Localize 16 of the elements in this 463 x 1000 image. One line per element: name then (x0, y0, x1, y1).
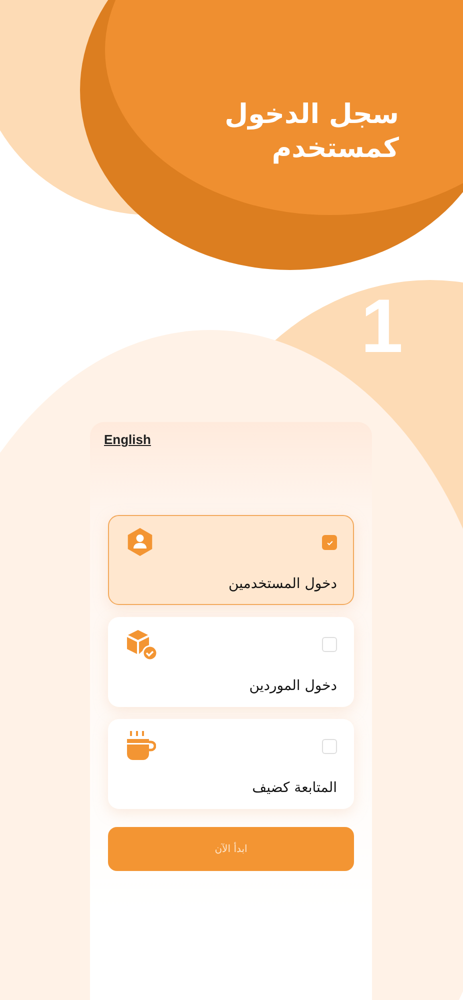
option-label: المتابعة كضيف (252, 780, 337, 796)
step-number: 1 (360, 283, 403, 370)
login-option-card[interactable]: دخول المستخدمين (108, 515, 354, 605)
login-option-card[interactable]: دخول الموردين (108, 617, 354, 707)
checkbox[interactable] (322, 739, 337, 754)
option-label: دخول المستخدمين (228, 576, 337, 592)
mug-icon (126, 731, 156, 761)
user-icon (126, 527, 154, 557)
check-icon (326, 538, 334, 546)
option-label: دخول الموردين (249, 678, 337, 694)
language-link[interactable]: English (104, 432, 151, 447)
checkbox[interactable] (322, 637, 337, 652)
login-option-card[interactable]: المتابعة كضيف (108, 719, 354, 809)
checkbox[interactable] (322, 535, 337, 550)
box-check-icon (126, 629, 158, 661)
page-title: سجل الدخول كمستخدم (224, 98, 399, 166)
